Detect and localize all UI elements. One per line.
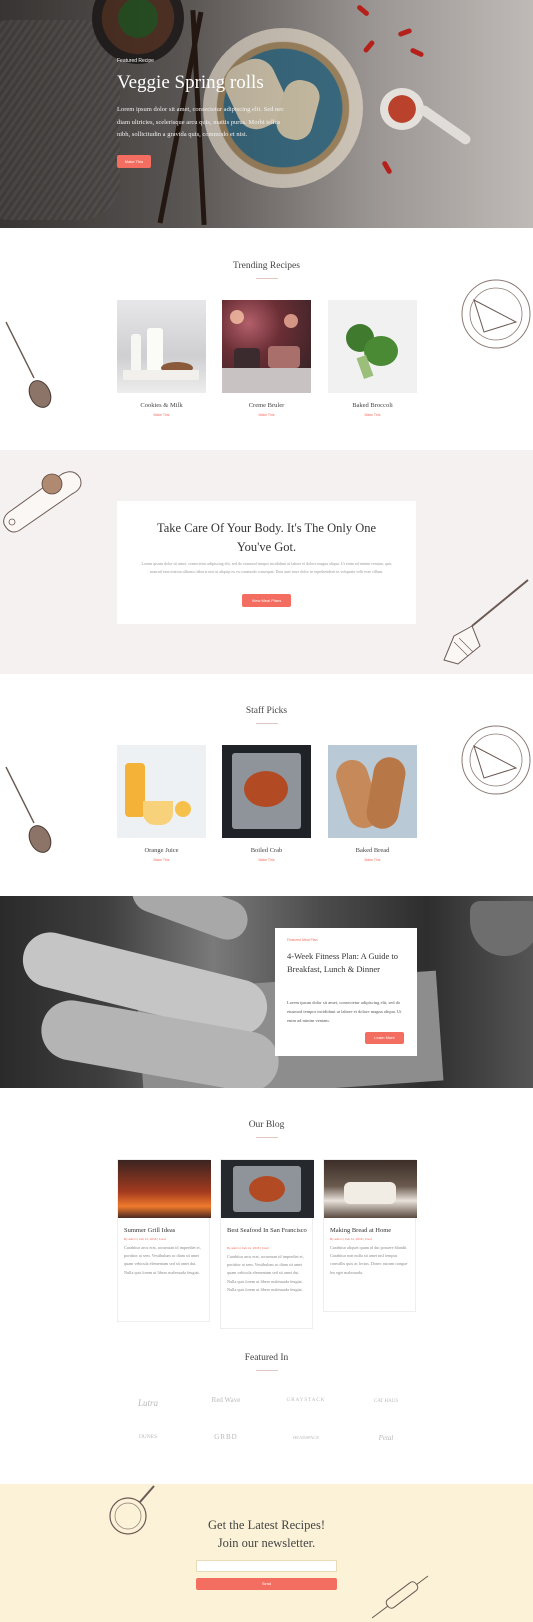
- seafood-image[interactable]: [221, 1160, 314, 1218]
- brand-logo: DUNES: [138, 1434, 158, 1440]
- spoon-sketch-icon: [5, 321, 52, 408]
- blog-post-meta: By admin | Feb 11, 2018 | Food: [124, 1237, 166, 1241]
- motto-card: Take Care Of Your Body. It's The Only On…: [117, 501, 416, 624]
- blog-post-meta: By admin | Feb 11, 2018 | Food: [330, 1237, 372, 1241]
- hero-title: Veggie Spring rolls: [117, 72, 264, 93]
- newsletter-title-line1: Get the Latest Recipes!: [208, 1518, 325, 1532]
- boiled-crab-image[interactable]: [222, 745, 311, 838]
- learn-more-button[interactable]: Learn More: [365, 1032, 404, 1044]
- meal-plan-card: Featured Meal Plan 4-Week Fitness Plan: …: [275, 928, 417, 1056]
- make-this-link[interactable]: Make This: [328, 413, 417, 417]
- make-this-link[interactable]: Make This: [222, 413, 311, 417]
- title-divider: [256, 1370, 278, 1371]
- blog-post-title[interactable]: Making Bread at Home: [330, 1226, 412, 1235]
- make-this-button[interactable]: Make This: [117, 155, 151, 168]
- creme-bruler-image[interactable]: [222, 300, 311, 393]
- brand-logo: GRAYSTACK: [286, 1398, 326, 1403]
- recipe-name[interactable]: Creme Bruler: [222, 402, 311, 409]
- trending-title: Trending Recipes: [233, 261, 300, 271]
- title-divider: [256, 278, 278, 279]
- brand-logo: Red Wave: [211, 1396, 241, 1404]
- blog-post-card[interactable]: Summer Grill Ideas By admin | Feb 11, 20…: [117, 1159, 211, 1322]
- hero-featured-label: Featured Recipe: [117, 58, 154, 64]
- newsletter-title: Get the Latest Recipes! Join our newslet…: [0, 1516, 533, 1552]
- recipe-name[interactable]: Cookies & Milk: [117, 402, 206, 409]
- blog-post-meta: By admin | Feb 11, 2018 | Food: [227, 1246, 269, 1250]
- newsletter-section: [0, 1484, 533, 1622]
- brand-logo: GRBD: [214, 1433, 238, 1441]
- blog-post-title[interactable]: Summer Grill Ideas: [124, 1226, 206, 1235]
- recipe-name[interactable]: Orange Juice: [117, 847, 206, 854]
- blog-post-excerpt: Curabitur aliquet quam id dui posuere bl…: [330, 1245, 408, 1275]
- newsletter-title-line2: Join our newsletter.: [217, 1536, 316, 1550]
- blog-post-card[interactable]: Making Bread at Home By admin | Feb 11, …: [323, 1159, 417, 1312]
- meal-plan-tag: Featured Meal Plan: [287, 938, 318, 942]
- brand-logo: HEADSPACE: [292, 1435, 320, 1440]
- newsletter-send-button[interactable]: Send: [196, 1578, 337, 1590]
- orange-juice-image[interactable]: [117, 745, 206, 838]
- title-divider: [256, 1137, 278, 1138]
- bread-image[interactable]: [324, 1160, 417, 1218]
- make-this-link[interactable]: Make This: [117, 858, 206, 862]
- baked-bread-image[interactable]: [328, 745, 417, 838]
- newsletter-email-input[interactable]: [196, 1560, 337, 1572]
- meal-plan-text: Lorem ipsum dolor sit amet, consectetur …: [287, 1000, 402, 1023]
- brand-logo: Lutra: [137, 1398, 158, 1408]
- meal-plan-title[interactable]: 4-Week Fitness Plan: A Guide to Breakfas…: [287, 950, 409, 975]
- motto-title: Take Care Of Your Body. It's The Only On…: [156, 521, 377, 554]
- make-this-link[interactable]: Make This: [328, 858, 417, 862]
- pie-plate-sketch-icon: [461, 279, 531, 349]
- recipe-name[interactable]: Boiled Crab: [222, 847, 311, 854]
- brand-logo: Petal: [378, 1434, 394, 1442]
- make-this-link[interactable]: Make This: [222, 858, 311, 862]
- hero-banner: Featured Recipe Veggie Spring rolls Lore…: [0, 0, 533, 228]
- recipe-name[interactable]: Baked Bread: [328, 847, 417, 854]
- blog-post-title[interactable]: Best Seafood In San Francisco: [227, 1226, 309, 1235]
- blog-title: Our Blog: [248, 1120, 285, 1130]
- make-this-link[interactable]: Make This: [117, 413, 206, 417]
- view-meal-plans-button[interactable]: View Meal Plans: [242, 594, 291, 607]
- title-divider: [256, 723, 278, 724]
- spoon-sketch-icon: [5, 766, 52, 853]
- blog-post-card[interactable]: Best Seafood In San Francisco By admin |…: [220, 1159, 314, 1329]
- grill-image[interactable]: [118, 1160, 211, 1218]
- brand-logo: CAT HAUS: [373, 1399, 399, 1404]
- hero-text: Lorem ipsum dolor sit amet, consectetur …: [117, 106, 284, 138]
- recipe-name[interactable]: Baked Broccoli: [328, 402, 417, 409]
- cookies-milk-image[interactable]: [117, 300, 206, 393]
- motto-text: Lorem ipsum dolor sit amet, consectetur …: [141, 561, 392, 574]
- meal-plan-banner: [0, 896, 533, 1088]
- staff-picks-title: Staff Picks: [245, 706, 288, 716]
- baked-broccoli-image[interactable]: [328, 300, 417, 393]
- blog-post-excerpt: Curabitur arcu erat, accumsan id imperdi…: [124, 1245, 201, 1275]
- pie-plate-sketch-icon: [461, 725, 531, 795]
- featured-in-title: Featured In: [244, 1353, 289, 1363]
- blog-post-excerpt: Curabitur arcu erat, accumsan id imperdi…: [227, 1254, 304, 1292]
